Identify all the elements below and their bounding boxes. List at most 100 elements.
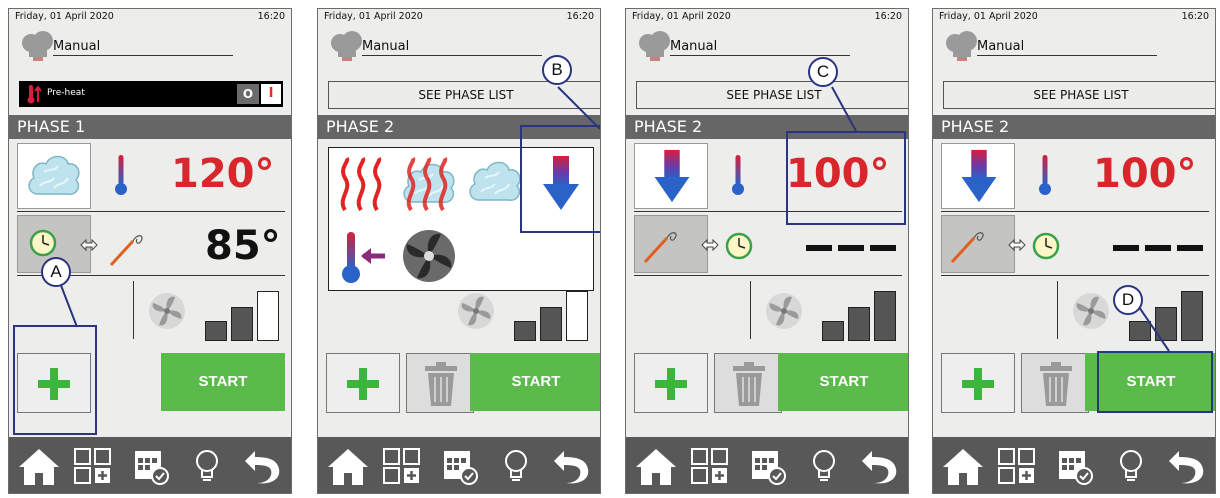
- phase-header[interactable]: PHASE 1: [9, 115, 291, 139]
- calendar-icon[interactable]: [438, 445, 482, 487]
- fan-bar-2: [848, 307, 870, 341]
- trash-icon: [421, 360, 461, 408]
- divider: [634, 275, 902, 276]
- see-phase-list-button[interactable]: SEE PHASE LIST: [943, 81, 1215, 109]
- callout-d: D: [1113, 285, 1143, 315]
- status-bar: Friday, 01 April 2020 16:20: [939, 11, 1209, 22]
- fan-bar-2: [540, 307, 562, 341]
- preheat-icon: [27, 85, 42, 104]
- calendar-icon[interactable]: [1053, 445, 1097, 487]
- preheat-bar[interactable]: Pre-heat O I: [19, 81, 283, 107]
- start-button[interactable]: START: [470, 353, 600, 411]
- callout-frame-a: [13, 325, 97, 435]
- mode-label[interactable]: Manual: [53, 39, 233, 56]
- delete-phase-button[interactable]: [1021, 353, 1089, 413]
- clock-icon: [724, 231, 754, 261]
- time-placeholder-dash: [1113, 245, 1139, 251]
- divider: [941, 211, 1209, 212]
- delete-phase-button[interactable]: [406, 353, 474, 413]
- bottom-nav: [318, 437, 600, 493]
- add-phase-button[interactable]: [326, 353, 400, 413]
- date-label: Friday, 01 April 2020: [939, 11, 1038, 22]
- time-label: 16:20: [566, 11, 594, 22]
- programs-grid-icon[interactable]: [688, 445, 732, 487]
- programs-grid-icon[interactable]: [995, 445, 1039, 487]
- start-button[interactable]: START: [778, 353, 908, 411]
- cooking-mode-button[interactable]: [17, 143, 91, 209]
- swap-icon[interactable]: [700, 237, 720, 253]
- home-icon[interactable]: [634, 445, 678, 487]
- fan-icon: [1071, 291, 1111, 331]
- timer-probe-toggle[interactable]: [634, 215, 708, 273]
- preheat-switch-on[interactable]: I: [261, 84, 281, 104]
- convection-icon[interactable]: [333, 154, 393, 214]
- home-icon[interactable]: [326, 445, 370, 487]
- lightbulb-icon[interactable]: [1109, 445, 1153, 487]
- bottom-nav: [933, 437, 1215, 493]
- lightbulb-icon[interactable]: [494, 445, 538, 487]
- callout-a: A: [41, 257, 71, 287]
- fan-bar-3: [874, 291, 896, 341]
- thermometer-icon: [1037, 153, 1053, 197]
- back-icon[interactable]: [858, 445, 902, 487]
- swap-icon[interactable]: [79, 237, 99, 253]
- probe-temperature-value[interactable]: 85°: [205, 223, 281, 269]
- time-placeholder-dash: [806, 245, 832, 251]
- preheat-switch-off[interactable]: O: [237, 84, 259, 104]
- status-bar: Friday, 01 April 2020 16:20: [632, 11, 902, 22]
- trash-icon: [1036, 360, 1076, 408]
- home-icon[interactable]: [941, 445, 985, 487]
- swap-icon[interactable]: [1007, 237, 1027, 253]
- fan-speed-indicator[interactable]: [822, 289, 898, 341]
- delete-phase-button[interactable]: [714, 353, 782, 413]
- back-icon[interactable]: [1165, 445, 1209, 487]
- preheat-arrow-icon[interactable]: [333, 226, 393, 286]
- divider: [750, 281, 751, 339]
- cooking-mode-button[interactable]: [634, 143, 708, 209]
- lightbulb-icon[interactable]: [185, 445, 229, 487]
- screen-panel-2: Friday, 01 April 2020 16:20 Manual SEE P…: [317, 8, 601, 494]
- fan-bar-3: [566, 291, 588, 341]
- time-label: 16:20: [257, 11, 285, 22]
- fan-speed-indicator[interactable]: [205, 289, 281, 341]
- calendar-icon[interactable]: [746, 445, 790, 487]
- steam-icon[interactable]: [465, 154, 525, 210]
- programs-grid-icon[interactable]: [71, 445, 115, 487]
- back-icon[interactable]: [550, 445, 594, 487]
- time-placeholder-dash: [838, 245, 864, 251]
- phase-header[interactable]: PHASE 2: [933, 115, 1215, 139]
- time-label: 16:20: [874, 11, 902, 22]
- cooling-icon: [652, 148, 692, 206]
- lightbulb-icon[interactable]: [802, 445, 846, 487]
- steam-icon: [24, 148, 84, 204]
- mode-label[interactable]: Manual: [362, 39, 542, 56]
- temperature-value[interactable]: 120°: [171, 151, 275, 197]
- probe-icon: [641, 226, 681, 266]
- fan-bar-1: [514, 321, 536, 341]
- timer-probe-toggle[interactable]: [941, 215, 1015, 273]
- mode-label[interactable]: Manual: [977, 39, 1157, 56]
- cooking-mode-button[interactable]: [941, 143, 1015, 209]
- mode-label[interactable]: Manual: [670, 39, 850, 56]
- clock-icon: [28, 228, 58, 258]
- fan-bar-1: [205, 321, 227, 341]
- calendar-icon[interactable]: [129, 445, 173, 487]
- home-icon[interactable]: [17, 445, 61, 487]
- fan-icon: [456, 291, 496, 331]
- thermometer-icon: [113, 153, 129, 197]
- time-placeholder-dash: [870, 245, 896, 251]
- screen-panel-3: Friday, 01 April 2020 16:20 Manual SEE P…: [625, 8, 909, 494]
- time-placeholder-dash: [1177, 245, 1203, 251]
- cooling-icon: [959, 148, 999, 206]
- bottom-nav: [9, 437, 291, 493]
- add-phase-button[interactable]: [634, 353, 708, 413]
- fan-icon[interactable]: [399, 226, 459, 286]
- add-phase-button[interactable]: [941, 353, 1015, 413]
- fan-speed-indicator[interactable]: [514, 289, 590, 341]
- temperature-value[interactable]: 100°: [1093, 151, 1197, 197]
- combi-icon[interactable]: [399, 154, 459, 214]
- programs-grid-icon[interactable]: [380, 445, 424, 487]
- fan-bar-3: [257, 291, 279, 341]
- start-button[interactable]: START: [161, 353, 285, 411]
- back-icon[interactable]: [241, 445, 285, 487]
